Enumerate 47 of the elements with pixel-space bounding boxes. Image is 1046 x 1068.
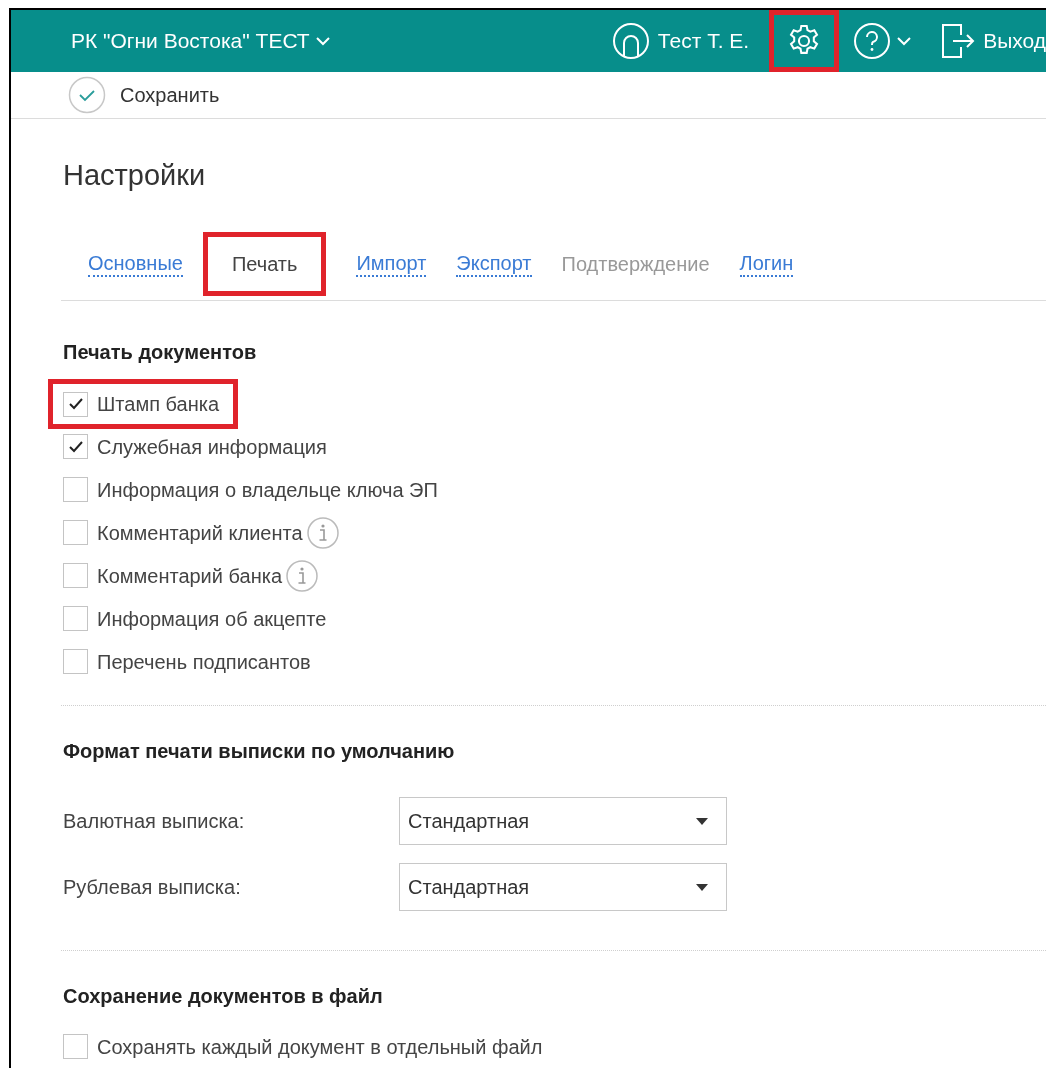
tab[interactable]: Импорт — [356, 250, 427, 277]
organization-dropdown[interactable]: РК "Огни Востока" ТЕСТ — [71, 25, 330, 57]
field-label: Рублевая выписка: — [63, 875, 242, 900]
user-icon — [611, 22, 650, 60]
tab[interactable]: Основные — [88, 250, 183, 277]
section-heading: Формат печати выписки по умолчанию — [63, 739, 456, 764]
tab[interactable]: Логин — [739, 250, 794, 277]
exit-icon — [941, 23, 976, 59]
user-button[interactable]: Тест Т. Е. — [611, 22, 750, 60]
checkbox-label: Комментарий банка — [97, 563, 282, 589]
checkbox-label: Комментарий клиента — [97, 520, 303, 546]
checkbox[interactable] — [63, 477, 88, 502]
checkbox-label: Сохранять каждый документ в отдельный файл — [97, 1034, 543, 1060]
checkmark-icon — [68, 75, 106, 114]
checkbox-label: Перечень подписантов — [97, 649, 311, 675]
checkmark-icon — [67, 439, 84, 454]
checkbox-label: Информация об акцепте — [97, 606, 327, 632]
checkbox-label: Штамп банка — [97, 392, 219, 417]
format-dropdown[interactable]: Стандартная — [399, 863, 727, 911]
info-icon[interactable] — [286, 559, 318, 592]
checkbox[interactable] — [63, 563, 88, 588]
checkbox[interactable] — [63, 606, 88, 631]
checkbox[interactable] — [63, 649, 88, 674]
format-dropdown[interactable]: Стандартная — [399, 797, 727, 845]
checkmark-icon — [67, 397, 84, 411]
tab[interactable]: Экспорт — [456, 250, 532, 277]
tab[interactable]: Печать — [202, 231, 327, 296]
checkbox[interactable] — [63, 391, 88, 417]
info-icon[interactable] — [306, 516, 339, 549]
help-button[interactable] — [853, 22, 912, 60]
checkbox[interactable] — [63, 434, 88, 459]
page-title: Настройки — [63, 157, 207, 193]
dropdown-arrow-icon — [696, 817, 708, 825]
chevron-down-icon — [315, 36, 330, 46]
dropdown-arrow-icon — [696, 883, 708, 891]
section-heading: Печать документов — [63, 340, 258, 365]
logout-button[interactable]: Выход — [941, 23, 1046, 59]
chevron-down-icon — [897, 36, 912, 46]
help-icon — [853, 22, 892, 60]
checkbox-label: Информация о владельце ключа ЭП — [97, 477, 438, 503]
save-button[interactable]: Сохранить — [68, 75, 220, 114]
settings-button[interactable] — [769, 10, 840, 72]
checkbox[interactable] — [63, 1034, 88, 1059]
field-label: Валютная выписка: — [63, 809, 246, 834]
section-heading: Сохранение документов в файл — [63, 984, 384, 1009]
checkbox[interactable] — [63, 520, 88, 545]
checkbox-label: Служебная информация — [97, 434, 327, 460]
